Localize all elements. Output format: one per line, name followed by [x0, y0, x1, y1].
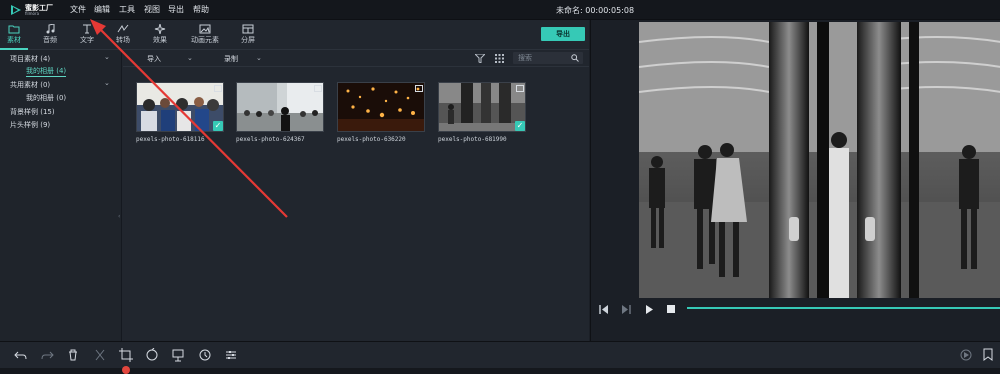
- photo-thumbnail-image: [338, 83, 424, 131]
- collapse-panel-handle[interactable]: ‹: [118, 213, 120, 220]
- project-title: 未命名: 00:00:05:08: [556, 6, 635, 15]
- preview-panel: [590, 20, 1000, 341]
- media-caption-1: pexels-photo-618116: [136, 136, 205, 143]
- tab-text-label: 文字: [80, 36, 94, 44]
- adjust-icon[interactable]: [224, 348, 238, 362]
- menu-edit[interactable]: 编辑: [94, 4, 110, 15]
- tree-background-samples[interactable]: 背景样例 (15): [10, 107, 55, 117]
- used-checkmark-icon: ✓: [515, 121, 525, 131]
- marker-icon[interactable]: [981, 348, 995, 362]
- media-thumbnail-3[interactable]: [337, 82, 425, 132]
- timeline-ruler[interactable]: [0, 368, 1000, 374]
- chevron-down-icon[interactable]: ⌄: [187, 54, 193, 62]
- menu-help[interactable]: 帮助: [193, 4, 209, 15]
- search-icon[interactable]: [571, 54, 579, 62]
- export-button[interactable]: 导出: [541, 27, 585, 41]
- menu-file[interactable]: 文件: [70, 4, 86, 15]
- logo-icon: [11, 5, 21, 15]
- tab-transitions[interactable]: 转场: [109, 22, 137, 49]
- import-dropdown[interactable]: 导入: [147, 54, 161, 64]
- tree-shared-album[interactable]: 我的相册 (0): [26, 93, 66, 103]
- chevron-down-icon[interactable]: ⌄: [104, 79, 110, 87]
- search-input[interactable]: 搜索: [513, 52, 583, 64]
- media-toolbar: 导入 ⌄ 录制 ⌄ 搜索: [123, 50, 589, 67]
- crop-icon[interactable]: [119, 348, 133, 362]
- rotate-icon[interactable]: [145, 348, 159, 362]
- playback-progress-bar[interactable]: [687, 307, 1000, 309]
- image-type-icon: [314, 85, 322, 92]
- stop-icon[interactable]: [667, 305, 675, 313]
- render-preview-icon[interactable]: [959, 348, 973, 362]
- logo-subtext: filmora: [25, 11, 40, 16]
- media-tabs: 素材 音频 文字 转场 效果 动画元素 分屏 导出: [0, 20, 589, 50]
- tab-audio-label: 音频: [43, 36, 57, 44]
- effects-icon: [154, 24, 166, 34]
- media-panel: 素材 音频 文字 转场 效果 动画元素 分屏 导出 项目素材 (4) ⌄ 我的相…: [0, 20, 589, 354]
- menu-tools[interactable]: 工具: [119, 4, 135, 15]
- photo-thumbnail-image: [439, 83, 525, 131]
- tab-effects[interactable]: 效果: [146, 22, 174, 49]
- media-thumbnail-1[interactable]: ✓: [136, 82, 224, 132]
- folder-icon: [8, 25, 20, 34]
- app-logo: 蜜影工厂 filmora: [10, 2, 62, 18]
- media-thumbnail-4[interactable]: ✓: [438, 82, 526, 132]
- redo-icon[interactable]: [40, 348, 54, 362]
- media-library: ✓ pexels-photo-618116 pexels-photo-62436…: [123, 67, 589, 341]
- preview-frame-image: [639, 22, 1000, 298]
- delete-icon[interactable]: [66, 348, 80, 362]
- playback-controls: [591, 302, 1000, 324]
- media-folder-tree: 项目素材 (4) ⌄ 我的相册 (4) 共用素材 (0) ⌄ 我的相册 (0) …: [0, 50, 122, 354]
- photo-thumbnail-image: [237, 83, 323, 131]
- transition-icon: [117, 24, 129, 33]
- media-caption-3: pexels-photo-636220: [337, 136, 406, 143]
- media-caption-4: pexels-photo-681990: [438, 136, 507, 143]
- tab-transitions-label: 转场: [116, 36, 130, 44]
- tab-split-screen-label: 分屏: [241, 36, 255, 44]
- preview-video[interactable]: [639, 22, 1000, 298]
- timeline-toolbar: [0, 341, 1000, 368]
- cut-icon[interactable]: [93, 348, 107, 362]
- tree-shared-media[interactable]: 共用素材 (0): [10, 80, 50, 90]
- play-icon[interactable]: [645, 305, 654, 314]
- tree-intro-samples[interactable]: 片头样例 (9): [10, 120, 50, 130]
- media-caption-2: pexels-photo-624367: [236, 136, 305, 143]
- tab-media[interactable]: 素材: [0, 22, 28, 49]
- video-editor-window: 蜜影工厂 filmora 文件 编辑 工具 视图 导出 帮助 未命名: 00:0…: [0, 0, 1000, 374]
- green-screen-icon[interactable]: [171, 348, 185, 362]
- grid-view-icon[interactable]: [495, 54, 504, 63]
- previous-frame-icon[interactable]: [599, 305, 609, 314]
- image-icon: [199, 24, 211, 34]
- speed-icon[interactable]: [198, 348, 212, 362]
- tab-audio[interactable]: 音频: [36, 22, 64, 49]
- tab-text[interactable]: 文字: [73, 22, 101, 49]
- tab-media-label: 素材: [7, 36, 21, 44]
- menu-bar: 蜜影工厂 filmora 文件 编辑 工具 视图 导出 帮助 未命名: 00:0…: [0, 0, 1000, 20]
- tab-animated-elements[interactable]: 动画元素: [186, 22, 224, 49]
- media-thumbnail-2[interactable]: [236, 82, 324, 132]
- music-note-icon: [46, 24, 55, 34]
- chevron-down-icon[interactable]: ⌄: [104, 53, 110, 61]
- timeline-playhead[interactable]: [122, 366, 130, 374]
- image-type-icon: [214, 85, 222, 92]
- tab-animated-elements-label: 动画元素: [191, 36, 219, 44]
- tree-my-album[interactable]: 我的相册 (4): [26, 66, 67, 77]
- used-checkmark-icon: ✓: [213, 121, 223, 131]
- split-screen-icon: [242, 24, 254, 34]
- image-type-icon: [415, 85, 423, 92]
- tab-split-screen[interactable]: 分屏: [234, 22, 262, 49]
- menu-export[interactable]: 导出: [168, 4, 184, 15]
- undo-icon[interactable]: [14, 348, 28, 362]
- next-frame-icon[interactable]: [621, 305, 631, 314]
- image-type-icon: [516, 85, 524, 92]
- menu-view[interactable]: 视图: [144, 4, 160, 15]
- search-placeholder: 搜索: [518, 54, 532, 62]
- chevron-down-icon[interactable]: ⌄: [256, 54, 262, 62]
- filter-icon[interactable]: [475, 54, 485, 63]
- photo-thumbnail-image: [137, 83, 223, 131]
- text-icon: [83, 24, 91, 34]
- tree-project-media[interactable]: 项目素材 (4): [10, 54, 50, 64]
- tab-effects-label: 效果: [153, 36, 167, 44]
- record-dropdown[interactable]: 录制: [224, 54, 238, 64]
